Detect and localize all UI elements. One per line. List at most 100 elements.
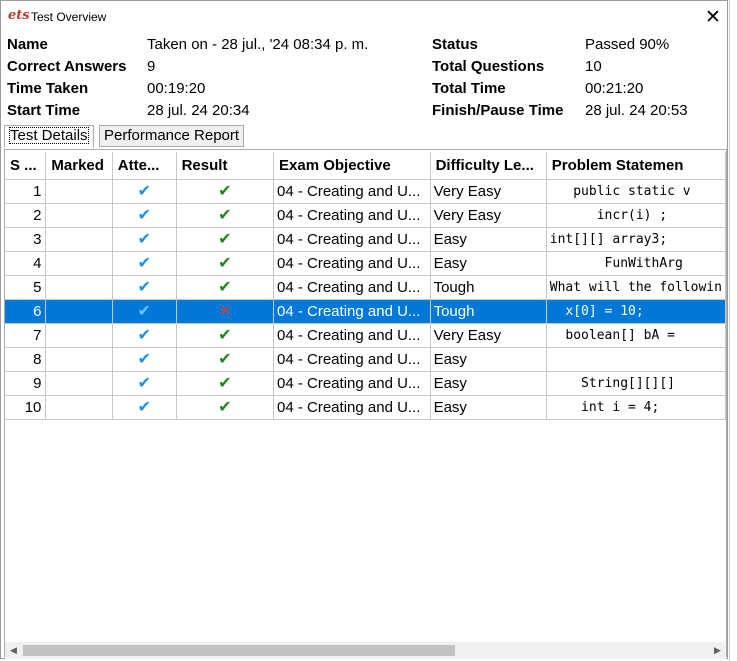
cell-difficulty: Easy	[430, 347, 547, 372]
correct-check-icon: ✔	[218, 183, 232, 200]
cell-marked	[45, 299, 113, 324]
horizontal-scrollbar[interactable]: ◀ ▶	[5, 642, 726, 659]
cell-result: ✔	[176, 371, 275, 396]
correct-answers-value: 9	[147, 58, 156, 75]
cell-serial: 10	[5, 395, 47, 420]
window-title: Test Overview	[31, 10, 107, 24]
cell-problem-statement: incr(i) ;	[546, 203, 726, 228]
attempted-check-icon: ✔	[137, 375, 151, 392]
cell-difficulty: Easy	[430, 251, 547, 276]
correct-check-icon: ✔	[218, 351, 232, 368]
name-value: Taken on - 28 jul., '24 08:34 p. m.	[147, 36, 369, 53]
cell-attempted: ✔	[112, 275, 177, 300]
cell-serial: 3	[5, 227, 47, 252]
finish-time-value: 28 jul. 24 20:53	[585, 102, 688, 119]
cell-difficulty: Easy	[430, 395, 547, 420]
cell-problem-statement	[546, 347, 726, 372]
table-row[interactable]: 6 ✔ ✕ 04 - Creating and U... Tough x[0] = 10…	[5, 299, 726, 324]
cell-exam-objective: 04 - Creating and U...	[273, 179, 431, 204]
cell-result: ✔	[176, 323, 275, 348]
cell-result: ✔	[176, 227, 275, 252]
close-button[interactable]: ✕	[703, 7, 723, 28]
total-questions-value: 10	[585, 58, 602, 75]
cell-marked	[45, 227, 113, 252]
cell-attempted: ✔	[112, 347, 177, 372]
cell-difficulty: Very Easy	[430, 179, 547, 204]
scroll-left-arrow-icon[interactable]: ◀	[5, 642, 22, 659]
column-header-attempted[interactable]: Atte...	[112, 152, 177, 180]
correct-check-icon: ✔	[218, 399, 232, 416]
cell-problem-statement: public static v	[546, 179, 726, 204]
cell-serial: 9	[5, 371, 47, 396]
total-questions-label: Total Questions	[432, 58, 545, 75]
total-time-label: Total Time	[432, 80, 506, 97]
tab-test-details[interactable]: Test Details	[4, 125, 94, 148]
table-row[interactable]: 10 ✔ ✔ 04 - Creating and U... Easy int i = 4…	[5, 395, 726, 420]
cell-problem-statement: boolean[] bA =	[546, 323, 726, 348]
table-row[interactable]: 7 ✔ ✔ 04 - Creating and U... Very Easy boole…	[5, 323, 726, 348]
scrollbar-thumb[interactable]	[23, 645, 455, 656]
table-row[interactable]: 8 ✔ ✔ 04 - Creating and U... Easy	[5, 347, 726, 372]
cell-attempted: ✔	[112, 251, 177, 276]
time-taken-label: Time Taken	[7, 80, 89, 97]
status-value: Passed 90%	[585, 36, 670, 53]
cell-exam-objective: 04 - Creating and U...	[273, 299, 431, 324]
cell-difficulty: Tough	[430, 275, 547, 300]
cell-marked	[45, 395, 113, 420]
cell-exam-objective: 04 - Creating and U...	[273, 203, 431, 228]
ets-logo-icon: ets	[8, 8, 30, 23]
table-row[interactable]: 9 ✔ ✔ 04 - Creating and U... Easy String[][]…	[5, 371, 726, 396]
cell-problem-statement: What will the followin	[546, 275, 726, 300]
cell-exam-objective: 04 - Creating and U...	[273, 323, 431, 348]
time-taken-value: 00:19:20	[147, 80, 206, 97]
cell-difficulty: Easy	[430, 371, 547, 396]
cell-attempted: ✔	[112, 299, 177, 324]
cell-result: ✔	[176, 395, 275, 420]
table-row[interactable]: 5 ✔ ✔ 04 - Creating and U... Tough What will …	[5, 275, 726, 300]
table-row[interactable]: 3 ✔ ✔ 04 - Creating and U... Easy int[][] arr…	[5, 227, 726, 252]
column-header-problem-statement[interactable]: Problem Statemen	[546, 152, 726, 180]
cell-result: ✔	[176, 275, 275, 300]
tab-test-details-label: Test Details	[9, 127, 89, 144]
column-header-difficulty[interactable]: Difficulty Le...	[430, 152, 547, 180]
cell-exam-objective: 04 - Creating and U...	[273, 251, 431, 276]
correct-check-icon: ✔	[218, 375, 232, 392]
column-header-exam-objective[interactable]: Exam Objective	[273, 152, 431, 180]
attempted-check-icon: ✔	[137, 303, 151, 320]
table-row[interactable]: 1 ✔ ✔ 04 - Creating and U... Very Easy publi…	[5, 179, 726, 204]
column-header-result[interactable]: Result	[176, 152, 275, 180]
attempted-check-icon: ✔	[137, 279, 151, 296]
cell-marked	[45, 203, 113, 228]
attempted-check-icon: ✔	[137, 351, 151, 368]
cell-marked	[45, 275, 113, 300]
cell-attempted: ✔	[112, 179, 177, 204]
column-header-serial[interactable]: S ...	[5, 152, 47, 180]
cell-attempted: ✔	[112, 323, 177, 348]
cell-problem-statement: x[0] = 10;	[546, 299, 726, 324]
cell-exam-objective: 04 - Creating and U...	[273, 395, 431, 420]
column-header-marked[interactable]: Marked	[45, 152, 113, 180]
cell-exam-objective: 04 - Creating and U...	[273, 347, 431, 372]
cell-difficulty: Tough	[430, 299, 547, 324]
cell-marked	[45, 179, 113, 204]
start-time-value: 28 jul. 24 20:34	[147, 102, 250, 119]
cell-result: ✔	[176, 347, 275, 372]
table-row[interactable]: 2 ✔ ✔ 04 - Creating and U... Very Easy incr(…	[5, 203, 726, 228]
table-row[interactable]: 4 ✔ ✔ 04 - Creating and U... Easy FunWithArg	[5, 251, 726, 276]
title-bar: ets Test Overview ✕	[1, 1, 727, 33]
cell-exam-objective: 04 - Creating and U...	[273, 275, 431, 300]
attempted-check-icon: ✔	[137, 327, 151, 344]
correct-answers-label: Correct Answers	[7, 58, 127, 75]
cell-serial: 6	[5, 299, 47, 324]
cell-serial: 2	[5, 203, 47, 228]
cell-attempted: ✔	[112, 227, 177, 252]
test-overview-window: ets Test Overview ✕ Name Taken on - 28 j…	[0, 0, 728, 659]
tab-performance-report[interactable]: Performance Report	[99, 125, 245, 147]
cell-problem-statement: int i = 4;	[546, 395, 726, 420]
cell-marked	[45, 347, 113, 372]
scroll-right-arrow-icon[interactable]: ▶	[709, 642, 726, 659]
cell-attempted: ✔	[112, 203, 177, 228]
cell-difficulty: Very Easy	[430, 203, 547, 228]
attempted-check-icon: ✔	[137, 399, 151, 416]
question-table-panel: S ... Marked Atte... Result Exam Objecti…	[4, 149, 727, 657]
